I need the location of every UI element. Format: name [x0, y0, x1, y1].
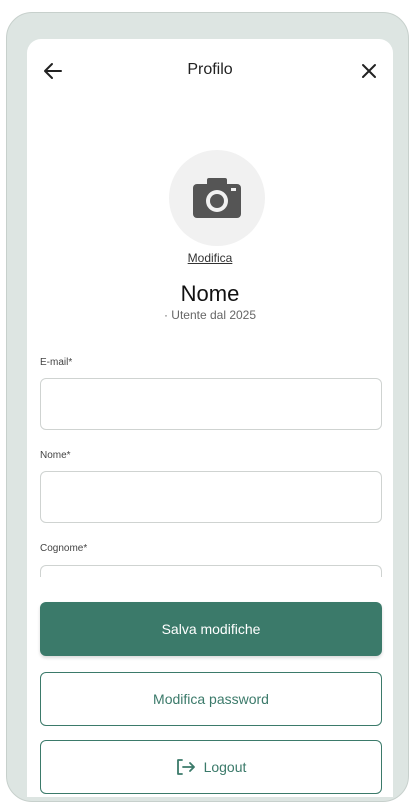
- profile-name: Nome: [180, 281, 240, 306]
- device-frame: Profilo Modifica Nome · Utente dal 2025 …: [6, 12, 409, 802]
- save-button[interactable]: Salva modifiche: [40, 602, 382, 656]
- email-field[interactable]: [40, 378, 382, 430]
- logout-icon: [176, 758, 196, 776]
- change-password-button[interactable]: Modifica password: [40, 672, 382, 726]
- edit-avatar-link[interactable]: Modifica: [27, 251, 393, 265]
- profile-screen: Profilo Modifica Nome · Utente dal 2025 …: [27, 39, 393, 797]
- camera-icon: [193, 178, 241, 218]
- change-password-label: Modifica password: [153, 691, 269, 707]
- email-label: E-mail*: [40, 357, 73, 368]
- first-name-label: Nome*: [40, 450, 71, 461]
- avatar[interactable]: [169, 150, 265, 246]
- logout-button[interactable]: Logout: [40, 740, 382, 794]
- close-icon: [362, 64, 376, 78]
- save-button-label: Salva modifiche: [161, 621, 261, 637]
- first-name-field[interactable]: [40, 471, 382, 523]
- page-title: Profilo: [187, 61, 233, 78]
- close-button[interactable]: [357, 59, 381, 83]
- top-bar: Profilo: [27, 39, 393, 103]
- logout-label: Logout: [203, 759, 247, 775]
- last-name-field[interactable]: [40, 565, 382, 577]
- member-since: · Utente dal 2025: [163, 308, 257, 322]
- last-name-label: Cognome*: [40, 543, 88, 554]
